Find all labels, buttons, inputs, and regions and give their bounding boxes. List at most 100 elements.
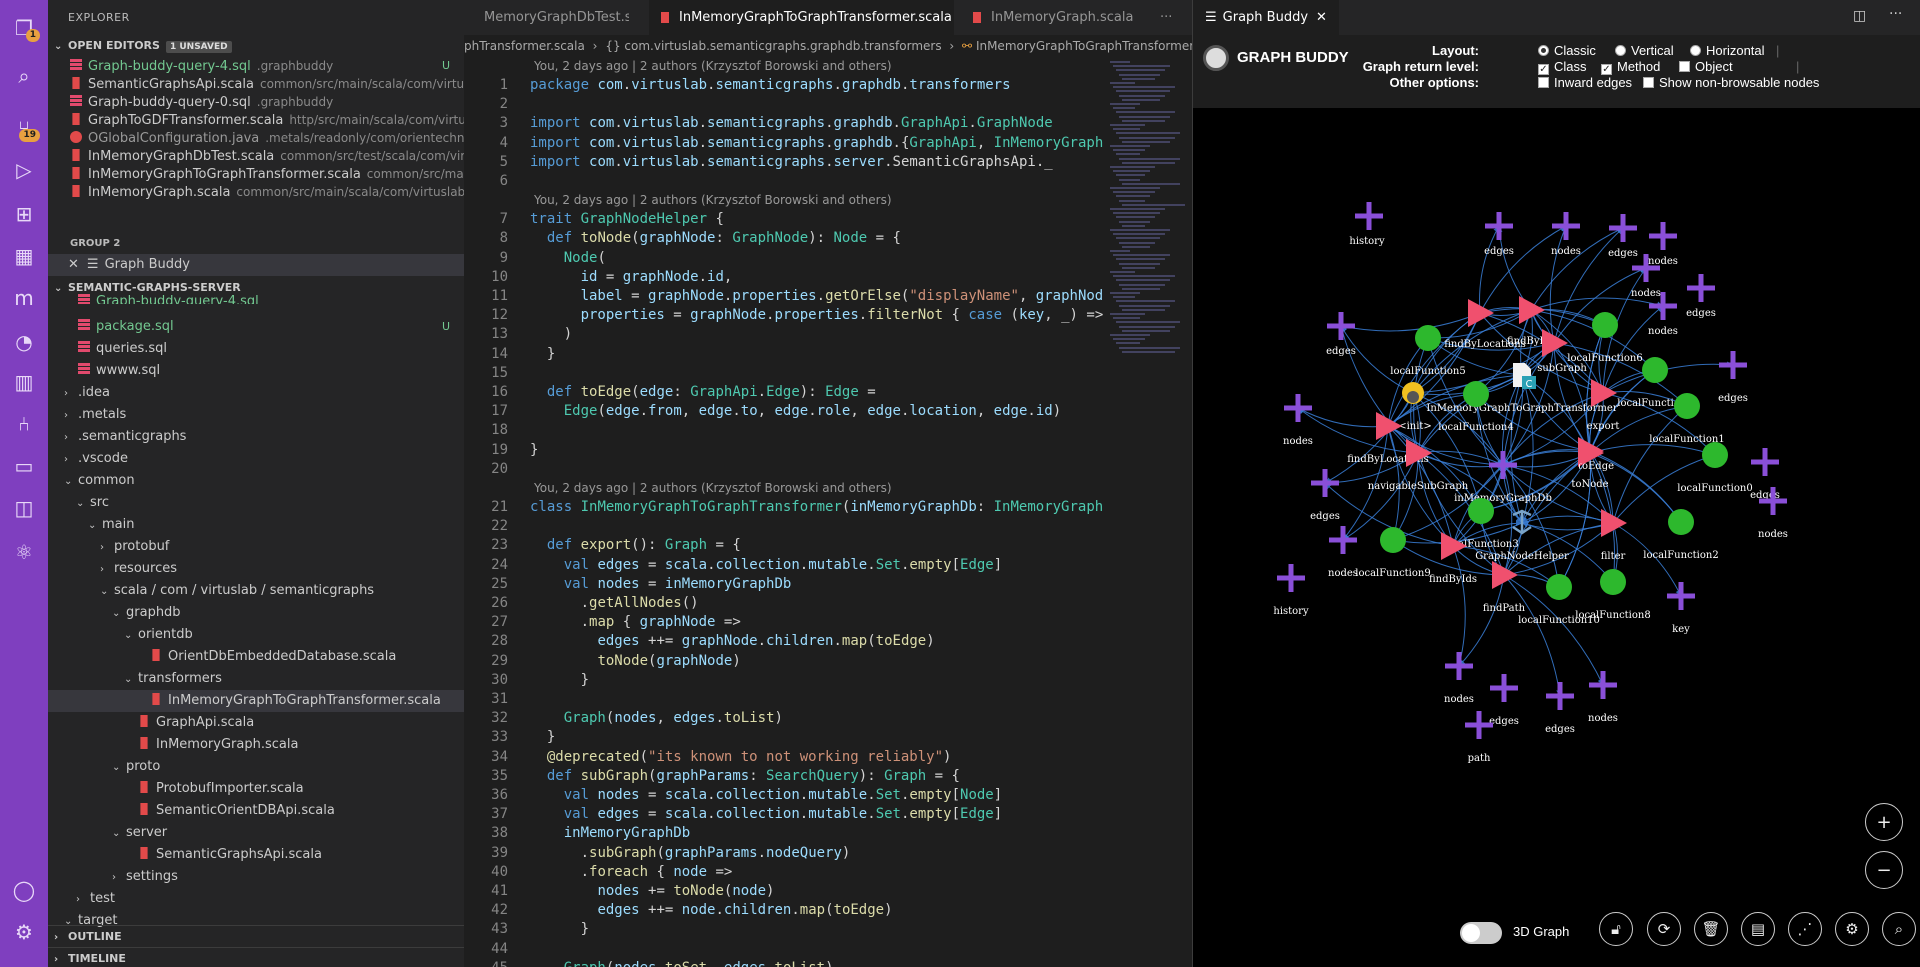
file-item[interactable]: GraphApi.scala [48, 712, 464, 734]
open-editor-item[interactable]: SemanticGraphsApi.scala common/src/main/s… [48, 75, 464, 93]
3d-graph-toggle[interactable] [1460, 922, 1502, 944]
account-icon[interactable]: ◯ [0, 870, 48, 910]
minimap[interactable] [1104, 57, 1192, 377]
code-line[interactable]: 44 [464, 940, 1104, 959]
code-line[interactable]: 33 } [464, 728, 1104, 747]
graph-node-plus[interactable]: nodes [1588, 671, 1618, 724]
extensions-icon[interactable]: ⊞ [0, 194, 48, 234]
code-line[interactable]: 11 label = graphNode.properties.getOrEls… [464, 287, 1104, 306]
code-line[interactable]: 12 properties = graphNode.properties.fil… [464, 306, 1104, 325]
metals-icon[interactable]: m [0, 278, 48, 318]
code-line[interactable]: 17 Edge(edge.from, edge.to, edge.role, e… [464, 402, 1104, 421]
graph-node-plus[interactable]: nodes [1328, 526, 1358, 579]
folder-item[interactable]: ⌄ main [48, 514, 464, 536]
inward-edges-checkbox[interactable]: Inward edges [1538, 75, 1632, 90]
code-line[interactable]: 29 toNode(graphNode) [464, 652, 1104, 671]
tab-inmemorygraph[interactable]: InMemoryGraph.scala [961, 0, 1151, 35]
file-item[interactable]: package.sql U [48, 316, 464, 338]
show-non-browsable-checkbox[interactable]: Show non-browsable nodes [1643, 75, 1819, 90]
graph-node-circle[interactable]: localFunction2 [1643, 509, 1719, 561]
more-actions-icon[interactable]: ··· [1889, 6, 1902, 22]
folder-item[interactable]: ⌄ server [48, 822, 464, 844]
code-line[interactable]: 35 def subGraph(graphParams: SearchQuery… [464, 767, 1104, 786]
docker-icon[interactable]: ◫ [0, 488, 48, 528]
code-line[interactable]: 34 @deprecated("its known to not working… [464, 748, 1104, 767]
graph-node-plus[interactable]: edges [1718, 351, 1748, 404]
graph-node-plus[interactable]: edges [1545, 682, 1575, 735]
book-icon[interactable]: ▤ [1741, 912, 1775, 946]
graph-node-plus[interactable]: history [1273, 564, 1309, 617]
graph-node-plus[interactable]: inMemoryGraphDb [1454, 451, 1552, 504]
tab-inmemorygraphtographtransformer[interactable]: InMemoryGraphToGraphTransformer.scala✕ [649, 0, 954, 35]
folder-item[interactable]: ⌄ graphdb [48, 602, 464, 624]
code-line[interactable]: 31 [464, 690, 1104, 709]
lock-icon[interactable]: 🔓︎ [1599, 912, 1633, 946]
open-editor-item[interactable]: InMemoryGraphToGraphTransformer.scala com… [48, 165, 464, 183]
file-item[interactable]: InMemoryGraphToGraphTransformer.scala [48, 690, 464, 712]
graph-node-plus[interactable]: nodes [1283, 394, 1313, 447]
zoom-in-button[interactable]: + [1865, 803, 1903, 841]
code-line[interactable]: 20 [464, 460, 1104, 479]
graph-icon[interactable]: ◔ [0, 322, 48, 362]
layout-classic-radio[interactable]: Classic [1538, 43, 1596, 58]
code-line[interactable]: 42 edges ++= node.children.map(toEdge) [464, 901, 1104, 920]
code-line[interactable]: 39 .subGraph(graphParams.nodeQuery) [464, 844, 1104, 863]
file-item[interactable]: OrientDbEmbeddedDatabase.scala [48, 646, 464, 668]
codelens-authors[interactable]: You, 2 days ago | 2 authors (Krzysztof B… [534, 479, 892, 498]
code-line[interactable]: 13 ) [464, 325, 1104, 344]
open-editor-item[interactable]: Graph-buddy-query-4.sql .graphbuddy U [48, 57, 464, 75]
code-line[interactable]: 43 } [464, 920, 1104, 939]
close-icon[interactable]: ✕ [1316, 10, 1327, 25]
graph-node-circle[interactable]: localFunction0 [1677, 442, 1753, 494]
refresh-icon[interactable]: ⟳ [1647, 912, 1681, 946]
code-line[interactable]: 24 val edges = scala.collection.mutable.… [464, 556, 1104, 575]
code-line[interactable]: 40 .foreach { node => [464, 863, 1104, 882]
source-control-icon[interactable]: ⑂ 19 [0, 108, 48, 148]
code-line[interactable]: 25 val nodes = inMemoryGraphDb [464, 575, 1104, 594]
code-line[interactable]: 15 [464, 364, 1104, 383]
code-line[interactable]: 41 nodes += toNode(node) [464, 882, 1104, 901]
return-class-checkbox[interactable]: ✓ Class [1538, 59, 1587, 75]
code-line[interactable]: 9 Node( [464, 249, 1104, 268]
more-actions-icon[interactable]: ··· [1150, 0, 1190, 35]
graph-node-tri[interactable]: subGraph [1537, 329, 1587, 374]
code-line[interactable]: 26 .getAllNodes() [464, 594, 1104, 613]
folder-item[interactable]: ⌄ proto [48, 756, 464, 778]
graph-node-plus[interactable]: nodes [1444, 652, 1474, 705]
search-zoom-icon[interactable]: ⌕ [1882, 912, 1916, 946]
code-line[interactable]: 7 trait GraphNodeHelper { [464, 210, 1104, 229]
code-line[interactable]: 27 .map { graphNode => [464, 613, 1104, 632]
layout-horizontal-radio[interactable]: Horizontal [1690, 43, 1765, 58]
code-line[interactable]: 1 package com.virtuslab.semanticgraphs.gr… [464, 76, 1104, 95]
code-line[interactable]: 18 [464, 421, 1104, 440]
open-editors-header[interactable]: ⌄ OPEN EDITORS 1 UNSAVED [48, 35, 464, 57]
folder-item[interactable]: › protobuf [48, 536, 464, 558]
open-editor-graph-buddy[interactable]: ✕ ☰ Graph Buddy [48, 254, 464, 276]
breadcrumb-file[interactable]: phTransformer.scala [464, 39, 585, 53]
graph-node-tri[interactable]: findPath [1483, 561, 1526, 614]
tab-inmemorygraphdbtest[interactable]: MemoryGraphDbTest.scala [464, 0, 629, 35]
graph-node-plus[interactable]: edges [1326, 312, 1356, 357]
timeline-header[interactable]: › TIMELINE [48, 947, 464, 967]
calendar-icon[interactable]: ▥ [0, 362, 48, 402]
code-line[interactable]: 32 Graph(nodes, edges.toList) [464, 709, 1104, 728]
path-icon[interactable]: ⋰ [1788, 912, 1822, 946]
file-item[interactable]: SemanticGraphsApi.scala [48, 844, 464, 866]
file-item[interactable]: Graph-buddy-query-4.sql [48, 294, 464, 304]
folder-item[interactable]: ⌄ src [48, 492, 464, 514]
graph-node-plus[interactable]: nodes [1648, 222, 1678, 267]
code-line[interactable]: 28 edges ++= graphNode.children.map(toEd… [464, 632, 1104, 651]
graph-node-plus[interactable]: history [1349, 202, 1385, 247]
folder-item[interactable]: › test [48, 888, 464, 910]
graph-node-plus[interactable]: edges [1608, 214, 1638, 259]
graph-node-plus[interactable]: nodes [1551, 212, 1581, 257]
folder-item[interactable]: › .metals [48, 404, 464, 426]
folder-item[interactable]: › .vscode [48, 448, 464, 470]
file-item[interactable]: ProtobufImporter.scala [48, 778, 464, 800]
open-editor-item[interactable]: OGlobalConfiguration.java .metals/readonl… [48, 129, 464, 147]
return-object-checkbox[interactable]: Object [1679, 59, 1733, 74]
gear-icon[interactable]: ⚙ [0, 912, 48, 952]
code-line[interactable]: 38 inMemoryGraphDb [464, 824, 1104, 843]
codelens-authors[interactable]: You, 2 days ago | 2 authors (Krzysztof B… [534, 191, 892, 210]
file-item[interactable]: queries.sql [48, 338, 464, 360]
